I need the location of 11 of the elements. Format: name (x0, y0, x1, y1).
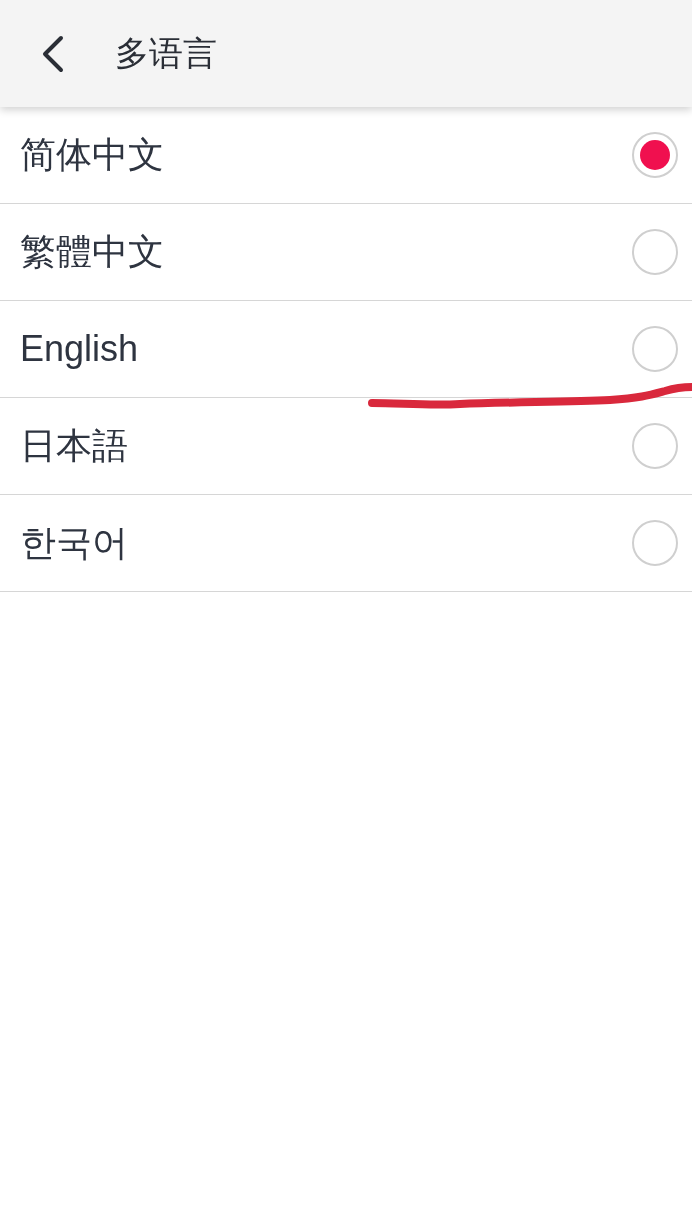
radio-button[interactable] (632, 520, 678, 566)
radio-button[interactable] (632, 423, 678, 469)
radio-button[interactable] (632, 132, 678, 178)
language-option[interactable]: 繁體中文 (20, 230, 164, 274)
language-option[interactable]: 한국어 (20, 521, 128, 565)
language-option[interactable]: English (20, 327, 139, 371)
radio-button[interactable] (632, 326, 678, 372)
language-option[interactable]: 简体中文 (20, 133, 164, 177)
page-title: 多语言 (115, 32, 217, 73)
radio-button[interactable] (632, 229, 678, 275)
language-option[interactable]: 日本語 (20, 424, 128, 468)
